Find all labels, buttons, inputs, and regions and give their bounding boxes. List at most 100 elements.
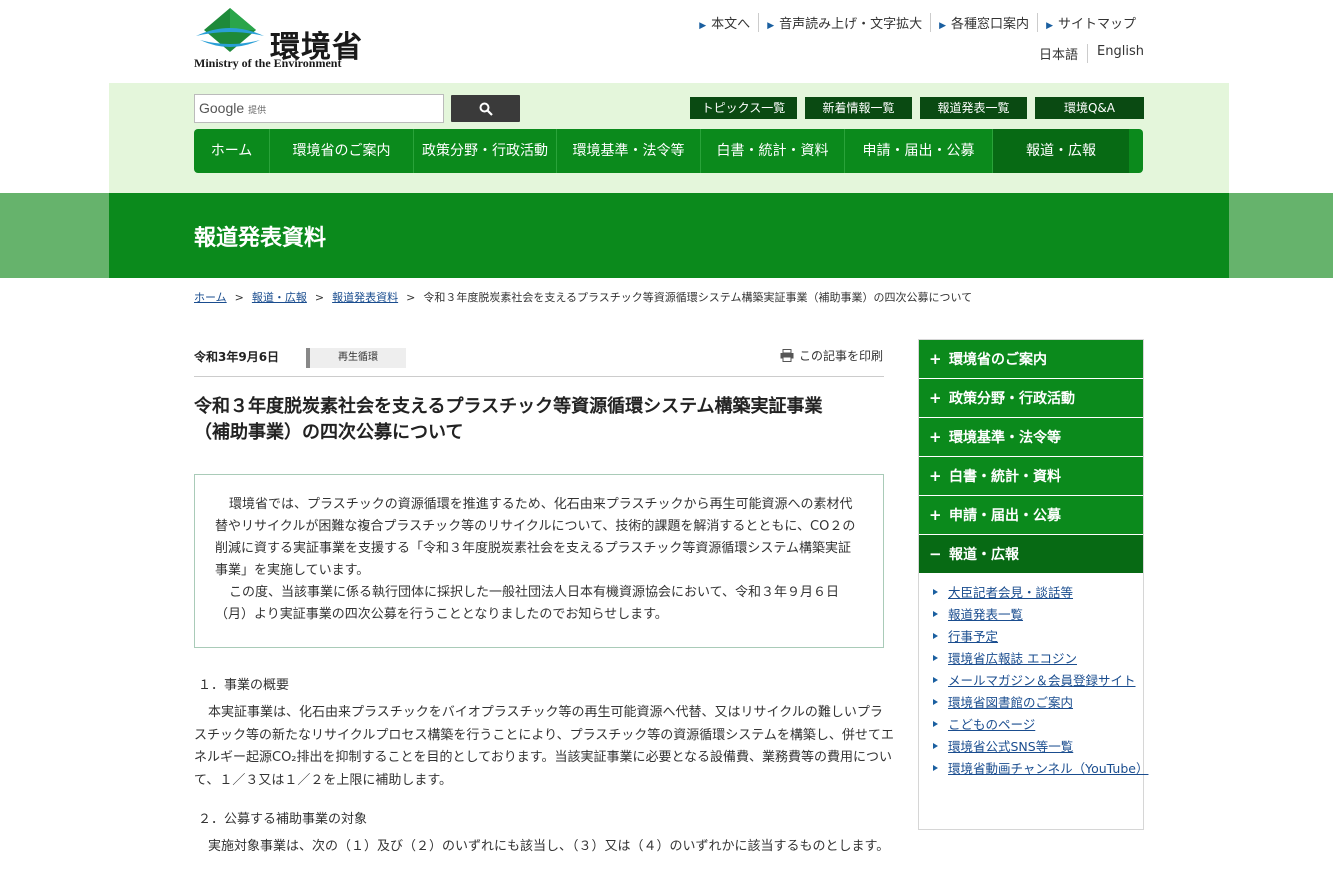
breadcrumb-current: 令和３年度脱炭素社会を支えるプラスチック等資源循環システム構築実証事業（補助事業… xyxy=(423,291,973,304)
nav-standards[interactable]: 環境基準・法令等 xyxy=(557,129,701,173)
sidebar-cat-label: 申請・届出・公募 xyxy=(949,508,1061,524)
util-link-sitemap[interactable]: ▶ サイトマップ xyxy=(1037,13,1144,32)
plus-icon: + xyxy=(929,506,942,524)
breadcrumb-home[interactable]: ホーム xyxy=(194,291,227,304)
quick-link-press[interactable]: 報道発表一覧 xyxy=(920,97,1027,119)
breadcrumb-separator: > xyxy=(234,291,244,304)
plus-icon: + xyxy=(929,389,942,407)
sidebar-cat-label: 白書・統計・資料 xyxy=(949,469,1061,485)
section-2-body: 実施対象事業は、次の（１）及び（２）のいずれにも該当し、（３）又は（４）のいずれ… xyxy=(208,839,890,854)
nav-policy[interactable]: 政策分野・行政活動 xyxy=(414,129,557,173)
ministry-logo[interactable]: 環境省 Ministry of the Environment xyxy=(194,6,374,70)
sidebar-link-events[interactable]: 行事予定 xyxy=(948,629,998,644)
breadcrumb-press-releases[interactable]: 報道発表資料 xyxy=(332,291,398,304)
page-heading: 報道発表資料 xyxy=(194,226,327,251)
quick-links: トピックス一覧 新着情報一覧 報道発表一覧 環境Q&A xyxy=(690,97,1144,119)
util-link-label: 本文へ xyxy=(711,17,751,32)
quick-link-news[interactable]: 新着情報一覧 xyxy=(805,97,912,119)
article-title-line2: （補助事業）の四次公募について xyxy=(194,422,464,443)
section-2-heading: ２．公募する補助事業の対象 xyxy=(198,812,368,827)
google-wordmark: Google xyxy=(199,100,245,116)
sidebar-cat-policy[interactable]: + 政策分野・行政活動 xyxy=(919,379,1143,418)
logo-mark-icon xyxy=(196,8,264,52)
sidebar-link-item: こどものページ xyxy=(931,716,1143,733)
language-switcher: 日本語 English xyxy=(1030,44,1144,63)
plus-icon: + xyxy=(929,428,942,446)
util-link-contact-desk[interactable]: ▶ 各種窓口案内 xyxy=(930,13,1037,32)
sidebar-link-minister-press[interactable]: 大臣記者会見・談話等 xyxy=(948,585,1073,600)
triangle-icon: ▶ xyxy=(767,21,775,31)
triangle-icon: ▶ xyxy=(1046,21,1053,31)
nav-applications[interactable]: 申請・届出・公募 xyxy=(845,129,993,173)
util-link-label: 音声読み上げ・文字拡大 xyxy=(779,17,923,32)
triangle-icon: ▶ xyxy=(699,21,707,31)
sidebar-link-library[interactable]: 環境省図書館のご案内 xyxy=(948,695,1073,710)
lang-english[interactable]: English xyxy=(1087,44,1144,63)
nav-about[interactable]: 環境省のご案内 xyxy=(270,129,414,173)
nav-press[interactable]: 報道・広報 xyxy=(993,129,1129,173)
sidebar-link-kids[interactable]: こどものページ xyxy=(948,717,1035,732)
util-link-label: 各種窓口案内 xyxy=(951,17,1030,32)
plus-icon: + xyxy=(929,350,942,368)
divider xyxy=(194,376,884,377)
logo-text-en: Ministry of the Environment xyxy=(194,56,342,70)
lang-japanese[interactable]: 日本語 xyxy=(1030,44,1087,63)
quick-link-qa[interactable]: 環境Q&A xyxy=(1035,97,1144,119)
sidebar-link-item: 環境省動画チャンネル（YouTube） xyxy=(931,760,1148,777)
util-link-voice-readout[interactable]: ▶ 音声読み上げ・文字拡大 xyxy=(758,13,930,32)
summary-paragraph-1: 環境省では、プラスチックの資源循環を推進するため、化石由来プラスチックから再生可… xyxy=(215,497,856,578)
quick-link-topics[interactable]: トピックス一覧 xyxy=(690,97,797,119)
google-search-label: Google 提供 xyxy=(199,100,266,116)
article-title: 令和３年度脱炭素社会を支えるプラスチック等資源循環システム構築実証事業 （補助事業… xyxy=(194,394,894,446)
sidebar-link-item: 環境省公式SNS等一覧 xyxy=(931,738,1143,755)
category-tag: 再生循環 xyxy=(306,348,406,368)
summary-paragraph-2: この度、当該事業に係る執行団体に採択した一般社団法人日本有機資源協会において、令… xyxy=(215,585,839,622)
breadcrumb-separator: > xyxy=(314,291,325,304)
minus-icon: − xyxy=(929,545,942,563)
sidebar-link-item: メールマガジン＆会員登録サイト xyxy=(931,672,1143,689)
sidebar-cat-standards[interactable]: + 環境基準・法令等 xyxy=(919,418,1143,457)
sidebar-link-item: 環境省広報誌 エコジン xyxy=(931,650,1143,667)
search-icon xyxy=(479,102,493,116)
utility-links: ▶ 本文へ ▶ 音声読み上げ・文字拡大 ▶ 各種窓口案内 ▶ サイトマップ xyxy=(691,13,1144,32)
sidebar-cat-whitepaper[interactable]: + 白書・統計・資料 xyxy=(919,457,1143,496)
global-nav: ホーム 環境省のご案内 政策分野・行政活動 環境基準・法令等 白書・統計・資料 … xyxy=(194,129,1143,173)
sidebar-cat-applications[interactable]: + 申請・届出・公募 xyxy=(919,496,1143,535)
breadcrumb-press[interactable]: 報道・広報 xyxy=(252,291,307,304)
util-link-main-content[interactable]: ▶ 本文へ xyxy=(691,13,758,32)
article-date: 令和3年9月6日 xyxy=(194,350,280,364)
sidebar-cat-label: 環境省のご案内 xyxy=(949,352,1047,368)
sidebar-link-sns[interactable]: 環境省公式SNS等一覧 xyxy=(948,739,1073,754)
util-link-label: サイトマップ xyxy=(1057,17,1136,32)
print-label: この記事を印刷 xyxy=(798,349,883,363)
sidebar: + 環境省のご案内 + 政策分野・行政活動 + 環境基準・法令等 + 白書・統計・資料 … xyxy=(918,339,1148,830)
section-1-body: 本実証事業は、化石由来プラスチックをバイオプラスチック等の再生可能資源へ代替、又… xyxy=(194,705,894,788)
triangle-icon: ▶ xyxy=(939,21,947,31)
sidebar-link-mail-magazine[interactable]: メールマガジン＆会員登録サイト xyxy=(948,673,1136,688)
nav-home[interactable]: ホーム xyxy=(194,129,270,173)
search-button[interactable] xyxy=(451,95,520,122)
section-1-heading: １．事業の概要 xyxy=(198,678,290,693)
sidebar-cat-press[interactable]: − 報道・広報 xyxy=(919,535,1143,574)
sidebar-link-item: 報道発表一覧 xyxy=(931,606,1143,623)
breadcrumb: ホーム > 報道・広報 > 報道発表資料 > 令和３年度脱炭素社会を支えるプラスチック等資源… xyxy=(194,289,972,305)
search-input[interactable]: Google 提供 xyxy=(194,94,444,123)
sidebar-link-press-list[interactable]: 報道発表一覧 xyxy=(948,607,1023,622)
print-link[interactable]: この記事を印刷 xyxy=(780,347,883,364)
sidebar-cat-about[interactable]: + 環境省のご案内 xyxy=(919,340,1143,379)
search-provided-label: 提供 xyxy=(248,105,267,115)
sidebar-cat-label: 政策分野・行政活動 xyxy=(949,391,1075,407)
sidebar-link-youtube[interactable]: 環境省動画チャンネル（YouTube） xyxy=(948,761,1148,776)
sidebar-link-item: 行事予定 xyxy=(931,628,1143,645)
article-title-line1: 令和３年度脱炭素社会を支えるプラスチック等資源循環システム構築実証事業 xyxy=(194,396,823,417)
title-banner: 報道発表資料 xyxy=(109,193,1229,278)
sidebar-link-item: 大臣記者会見・談話等 xyxy=(931,584,1143,601)
plus-icon: + xyxy=(929,467,942,485)
sidebar-press-links: 大臣記者会見・談話等 報道発表一覧 行事予定 環境省広報誌 エコジン メールマガ… xyxy=(919,574,1148,777)
sidebar-cat-label: 報道・広報 xyxy=(949,547,1019,563)
sidebar-link-item: 環境省図書館のご案内 xyxy=(931,694,1143,711)
sidebar-cat-label: 環境基準・法令等 xyxy=(949,430,1061,446)
breadcrumb-separator: > xyxy=(406,291,416,304)
nav-whitepaper[interactable]: 白書・統計・資料 xyxy=(701,129,845,173)
sidebar-link-ecojin[interactable]: 環境省広報誌 エコジン xyxy=(948,651,1077,666)
